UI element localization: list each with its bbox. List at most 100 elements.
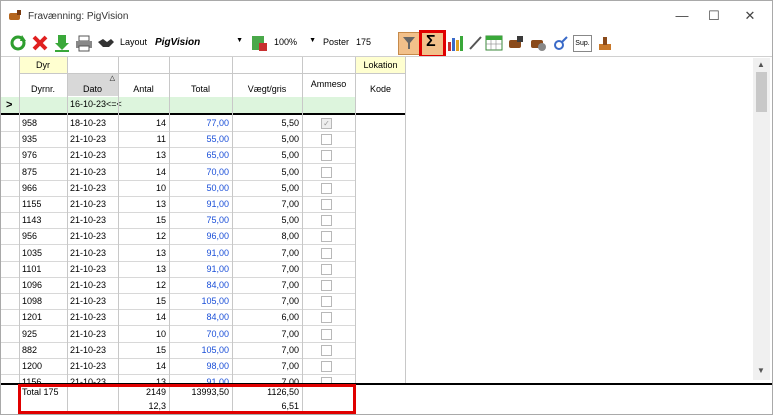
cell-dyrnr[interactable]: 1143	[22, 215, 66, 225]
column-header-dyrnr[interactable]: Dyrnr.	[19, 74, 67, 96]
download-icon[interactable]	[53, 34, 71, 52]
column-header-dato[interactable]: Dato △	[67, 74, 118, 96]
cell-dyrnr[interactable]: 976	[22, 150, 66, 160]
cell-dato[interactable]: 21-10-23	[70, 231, 116, 241]
ammeso-checkbox[interactable]	[321, 150, 332, 162]
cell-dato[interactable]: 21-10-23	[70, 167, 116, 177]
bar-chart-icon[interactable]	[447, 34, 465, 52]
cell-vaegt[interactable]: 5,00	[232, 183, 299, 193]
cell-vaegt[interactable]: 7,00	[232, 296, 299, 306]
cell-dato[interactable]: 21-10-23	[70, 215, 116, 225]
sup-icon[interactable]: Sup.	[573, 35, 592, 52]
cell-dyrnr[interactable]: 1035	[22, 248, 66, 258]
cell-antal[interactable]: 14	[118, 361, 166, 371]
cell-dyrnr[interactable]: 1098	[22, 296, 66, 306]
cell-antal[interactable]: 10	[118, 183, 166, 193]
cell-dato[interactable]: 21-10-23	[70, 183, 116, 193]
layout-combo[interactable]: PigVision ▼	[152, 34, 245, 51]
maximize-button[interactable]: ☐	[700, 7, 728, 25]
cell-total[interactable]: 98,00	[169, 361, 229, 371]
cell-antal[interactable]: 10	[118, 329, 166, 339]
cell-total[interactable]: 84,00	[169, 312, 229, 322]
refresh-icon[interactable]	[9, 34, 27, 52]
cell-vaegt[interactable]: 8,00	[232, 231, 299, 241]
cell-total[interactable]: 105,00	[169, 296, 229, 306]
cell-dato[interactable]: 21-10-23	[70, 280, 116, 290]
ammeso-checkbox[interactable]	[321, 247, 332, 259]
ammeso-checkbox[interactable]	[321, 328, 332, 340]
scroll-down-icon[interactable]: ▼	[757, 366, 765, 375]
cell-dyrnr[interactable]: 925	[22, 329, 66, 339]
cell-total[interactable]: 91,00	[169, 264, 229, 274]
cell-total[interactable]: 91,00	[169, 199, 229, 209]
cell-antal[interactable]: 13	[118, 199, 166, 209]
cell-vaegt[interactable]: 5,00	[232, 134, 299, 144]
cell-dyrnr[interactable]: 958	[22, 118, 66, 128]
export-icon[interactable]	[250, 34, 268, 52]
scroll-up-icon[interactable]: ▲	[757, 60, 765, 69]
cell-total[interactable]: 55,00	[169, 134, 229, 144]
column-header-antal[interactable]: Antal	[118, 74, 169, 96]
cell-antal[interactable]: 13	[118, 248, 166, 258]
gender-icon[interactable]	[552, 34, 570, 52]
handshake-icon[interactable]	[97, 34, 115, 52]
filter-dato[interactable]: 16-10-23<=<	[70, 99, 122, 109]
calendar-icon[interactable]	[485, 34, 503, 52]
zoom-combo[interactable]: 100% ▼	[271, 34, 318, 51]
cell-dyrnr[interactable]: 966	[22, 183, 66, 193]
cell-dato[interactable]: 21-10-23	[70, 312, 116, 322]
cell-antal[interactable]: 12	[118, 280, 166, 290]
ammeso-checkbox[interactable]	[321, 312, 332, 324]
column-header-total[interactable]: Total	[169, 74, 232, 96]
cell-antal[interactable]: 12	[118, 231, 166, 241]
cell-dato[interactable]: 21-10-23	[70, 199, 116, 209]
cell-total[interactable]: 91,00	[169, 248, 229, 258]
cell-antal[interactable]: 13	[118, 150, 166, 160]
ammeso-checkbox[interactable]	[321, 296, 332, 308]
cell-dato[interactable]: 21-10-23	[70, 329, 116, 339]
pig-icon[interactable]	[507, 34, 525, 52]
cell-vaegt[interactable]: 7,00	[232, 248, 299, 258]
cell-dato[interactable]: 21-10-23	[70, 150, 116, 160]
filter-button[interactable]	[398, 32, 420, 55]
cell-antal[interactable]: 15	[118, 345, 166, 355]
cell-vaegt[interactable]: 5,00	[232, 167, 299, 177]
cell-total[interactable]: 96,00	[169, 231, 229, 241]
cell-antal[interactable]: 14	[118, 167, 166, 177]
cell-antal[interactable]: 14	[118, 118, 166, 128]
ammeso-checkbox[interactable]	[321, 280, 332, 291]
ammeso-checkbox[interactable]: ✓	[321, 118, 332, 129]
cell-total[interactable]: 75,00	[169, 215, 229, 225]
cell-vaegt[interactable]: 7,00	[232, 264, 299, 274]
cell-vaegt[interactable]: 7,00	[232, 199, 299, 209]
cell-antal[interactable]: 13	[118, 264, 166, 274]
ammeso-checkbox[interactable]	[321, 215, 332, 227]
cell-vaegt[interactable]: 5,50	[232, 118, 299, 128]
cell-total[interactable]: 77,00	[169, 118, 229, 128]
cell-dyrnr[interactable]: 935	[22, 134, 66, 144]
cell-dato[interactable]: 18-10-23	[70, 118, 116, 128]
cell-dyrnr[interactable]: 1200	[22, 361, 66, 371]
ammeso-checkbox[interactable]	[321, 166, 332, 178]
cell-dyrnr[interactable]: 1201	[22, 312, 66, 322]
title-bar[interactable]: Fravænning: PigVision — ☐ ✕	[1, 1, 772, 31]
pen-icon[interactable]	[467, 34, 485, 52]
pig-edit-icon[interactable]	[529, 34, 547, 52]
cell-dato[interactable]: 21-10-23	[70, 361, 116, 371]
print-icon[interactable]	[75, 34, 93, 52]
cell-dato[interactable]: 21-10-23	[70, 264, 116, 274]
column-header-ammeso[interactable]: Ammeso	[302, 74, 355, 96]
filter-kode[interactable]	[355, 97, 406, 115]
column-header-vaegt[interactable]: Vægt/gris	[232, 74, 302, 96]
scrollbar-thumb[interactable]	[756, 72, 767, 112]
cell-total[interactable]: 70,00	[169, 329, 229, 339]
ammeso-checkbox[interactable]	[321, 199, 332, 210]
ammeso-checkbox[interactable]	[321, 231, 332, 243]
cell-dyrnr[interactable]: 1155	[22, 199, 66, 209]
cell-total[interactable]: 84,00	[169, 280, 229, 290]
ammeso-checkbox[interactable]	[321, 182, 332, 194]
cell-dato[interactable]: 21-10-23	[70, 248, 116, 258]
ammeso-checkbox[interactable]	[321, 134, 332, 146]
ammeso-checkbox[interactable]	[321, 263, 332, 275]
cell-antal[interactable]: 11	[118, 134, 166, 144]
